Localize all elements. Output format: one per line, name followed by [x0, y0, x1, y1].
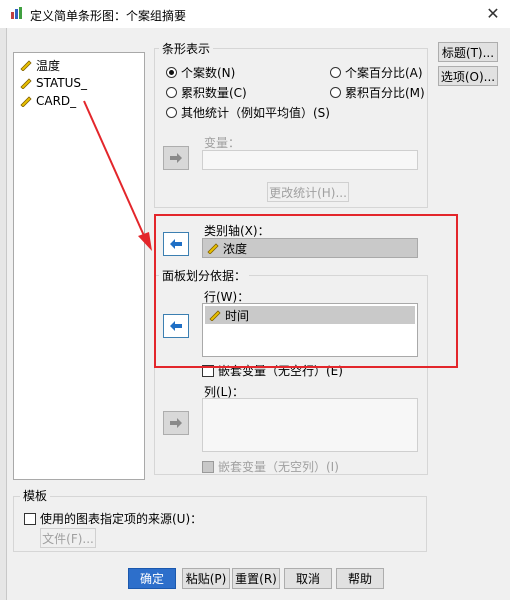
use-chart-spec-checkbox[interactable]: 使用的图表指定项的来源(U)：	[24, 510, 202, 527]
checkbox-icon	[24, 512, 36, 525]
titles-button[interactable]: 标题(T)...	[438, 42, 498, 62]
cancel-button[interactable]: 取消	[284, 568, 332, 589]
options-button[interactable]: 选项(O)...	[438, 66, 498, 86]
template-label: 模板	[20, 487, 51, 504]
ok-button[interactable]: 确定	[128, 568, 176, 589]
help-button[interactable]: 帮助	[336, 568, 384, 589]
file-button[interactable]: 文件(F)...	[40, 528, 96, 548]
reset-button[interactable]: 重置(R)	[232, 568, 280, 589]
paste-button[interactable]: 粘贴(P)	[182, 568, 230, 589]
use-chart-spec-label: 使用的图表指定项的来源(U)：	[40, 512, 203, 526]
